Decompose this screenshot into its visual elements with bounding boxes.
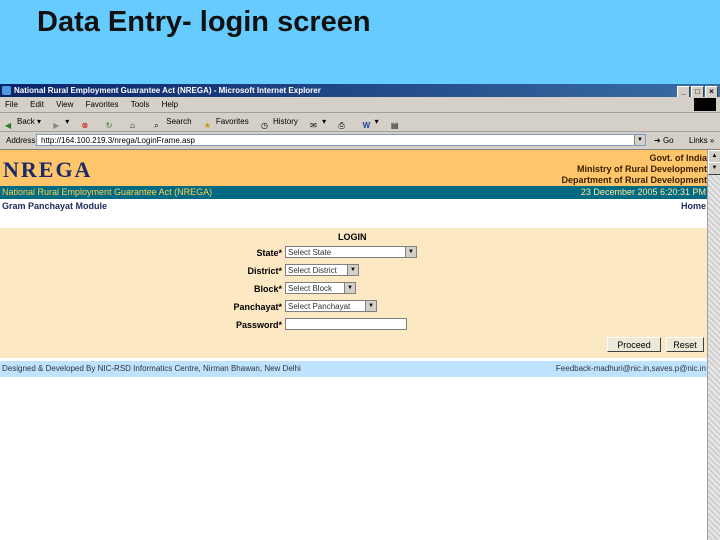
feedback-link[interactable]: Feedback-madhuri@nic.in,saves.p@nic.in <box>556 361 706 377</box>
login-title: LOGIN <box>338 232 367 242</box>
print-icon: ⎙ <box>338 120 345 130</box>
block-select[interactable]: Select Block ▼ <box>285 282 356 294</box>
govt-line-1: Govt. of India <box>649 153 708 163</box>
stop-button[interactable]: ⊗ <box>79 113 97 131</box>
district-select[interactable]: Select District ▼ <box>285 264 359 276</box>
panchayat-value: Select Panchayat <box>288 302 351 311</box>
slide-header: Data Entry- login screen <box>0 0 720 84</box>
state-row: State* Select State ▼ <box>0 246 708 260</box>
back-label: Back <box>17 117 35 126</box>
scroll-down-icon[interactable]: ▼ <box>708 162 720 175</box>
word-icon: W <box>362 120 371 130</box>
page-banner: NREGA Govt. of India Ministry of Rural D… <box>0 150 708 186</box>
datetime: 23 December 2005 6:20:31 PM <box>580 187 706 197</box>
chevron-down-icon: ▼ <box>365 301 376 311</box>
back-arrow-icon: ◀ <box>5 120 12 130</box>
forward-arrow-icon: ▶ <box>53 120 60 130</box>
address-bar: Address http://164.100.219.3/nrega/Login… <box>0 132 720 150</box>
discuss-button[interactable]: ▤ <box>388 113 406 131</box>
state-select[interactable]: Select State ▼ <box>285 246 417 258</box>
refresh-icon: ↻ <box>105 120 113 130</box>
history-button[interactable]: ◷ History <box>258 113 301 131</box>
govt-line-3: Department of Rural Development <box>561 175 707 185</box>
search-label: Search <box>166 117 192 126</box>
chevron-down-icon: ▼ <box>344 283 355 293</box>
windows-flag-icon <box>694 98 716 111</box>
print-button[interactable]: ⎙ <box>335 113 353 131</box>
block-value: Select Block <box>288 284 333 293</box>
search-button[interactable]: ⌕ Search <box>151 113 194 131</box>
menu-file[interactable]: File <box>0 97 23 112</box>
window-title: National Rural Employment Guarantee Act … <box>14 86 321 95</box>
page-footer: Designed & Developed By NIC-RSD Informat… <box>0 361 708 377</box>
address-dropdown-icon[interactable]: ▼ <box>634 135 645 145</box>
browser-toolbar: ◀ Back ▾ ▶ ▾ ⊗ ↻ ⌂ ⌕ Search ★ Favorites ◷ His… <box>0 113 720 132</box>
back-button[interactable]: ◀ Back ▾ <box>2 113 44 131</box>
discuss-icon: ▤ <box>390 120 399 130</box>
menu-view[interactable]: View <box>51 97 78 112</box>
stop-icon: ⊗ <box>81 120 89 130</box>
go-label: Go <box>662 136 674 145</box>
edit-button[interactable]: W ▾ <box>360 113 382 131</box>
home-icon: ⌂ <box>130 120 135 130</box>
history-icon: ◷ <box>260 120 268 130</box>
address-url: http://164.100.219.3/nrega/LoginFrame.as… <box>41 136 195 145</box>
chevron-down-icon: ▼ <box>405 247 416 257</box>
window-titlebar: National Rural Employment Guarantee Act … <box>0 84 720 98</box>
login-form: LOGIN State* Select State ▼ District* Sel… <box>0 228 708 358</box>
favorites-label: Favorites <box>215 117 249 126</box>
district-value: Select District <box>288 266 337 275</box>
vertical-scrollbar[interactable]: ▲ ▼ <box>707 150 720 540</box>
menu-favorites[interactable]: Favorites <box>81 97 124 112</box>
mail-button[interactable]: ✉ ▾ <box>307 113 329 131</box>
footer-credits: Designed & Developed By NIC-RSD Informat… <box>2 364 301 373</box>
browser-window: National Rural Employment Guarantee Act … <box>0 84 720 540</box>
forward-button[interactable]: ▶ ▾ <box>50 113 72 131</box>
mail-icon: ✉ <box>310 120 317 130</box>
govt-info: Govt. of India Ministry of Rural Develop… <box>561 153 707 186</box>
menu-help[interactable]: Help <box>157 97 183 112</box>
module-bar: Gram Panchayat Module Home <box>0 199 708 213</box>
menu-bar: File Edit View Favorites Tools Help <box>0 97 720 113</box>
home-link[interactable]: Home <box>681 199 706 213</box>
proceed-button[interactable]: Proceed <box>607 337 661 352</box>
web-page: NREGA Govt. of India Ministry of Rural D… <box>0 150 708 540</box>
go-button[interactable]: ➜ Go <box>654 132 674 149</box>
district-row: District* Select District ▼ <box>0 264 708 278</box>
refresh-button[interactable]: ↻ <box>103 113 121 131</box>
menu-tools[interactable]: Tools <box>126 97 155 112</box>
password-field[interactable] <box>285 318 407 330</box>
panchayat-row: Panchayat* Select Panchayat ▼ <box>0 300 708 314</box>
state-label: State* <box>256 248 282 258</box>
state-value: Select State <box>288 248 332 257</box>
slide-title: Data Entry- login screen <box>37 6 371 38</box>
act-bar: National Rural Employment Guarantee Act … <box>0 186 708 199</box>
address-input[interactable]: http://164.100.219.3/nrega/LoginFrame.as… <box>36 134 646 146</box>
panchayat-label: Panchayat* <box>233 302 282 312</box>
govt-line-2: Ministry of Rural Development <box>576 164 707 174</box>
panchayat-select[interactable]: Select Panchayat ▼ <box>285 300 377 312</box>
links-button[interactable]: Links » <box>689 132 714 149</box>
menu-edit[interactable]: Edit <box>25 97 49 112</box>
district-label: District* <box>247 266 282 276</box>
block-row: Block* Select Block ▼ <box>0 282 708 296</box>
address-label: Address <box>6 136 36 145</box>
nrega-logo: NREGA <box>0 150 122 186</box>
reset-button[interactable]: Reset <box>666 337 704 352</box>
module-name: Gram Panchayat Module <box>2 201 108 211</box>
favorites-button[interactable]: ★ Favorites <box>201 113 252 131</box>
home-button[interactable]: ⌂ <box>127 113 145 131</box>
logo-text: NREGA <box>3 157 93 182</box>
history-label: History <box>272 117 298 126</box>
block-label: Block* <box>253 284 282 294</box>
act-name: National Rural Employment Guarantee Act … <box>2 187 213 197</box>
favorites-icon: ★ <box>203 120 211 130</box>
password-label: Password* <box>235 320 282 330</box>
password-row: Password* <box>0 318 708 332</box>
chevron-down-icon: ▼ <box>347 265 358 275</box>
search-icon: ⌕ <box>154 120 159 130</box>
ie-logo-icon <box>2 86 11 95</box>
